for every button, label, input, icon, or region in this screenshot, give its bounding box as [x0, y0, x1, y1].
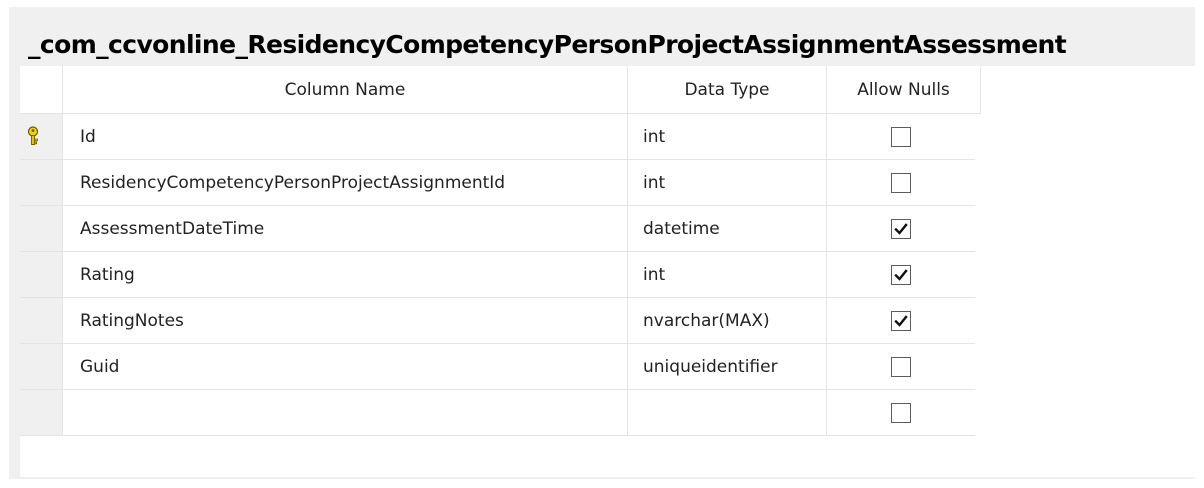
table-designer: _com_ccvonline_ResidencyCompetencyPerson… [9, 7, 1195, 479]
row-selector[interactable] [20, 114, 63, 159]
allow-nulls-checkbox[interactable] [891, 172, 911, 193]
allow-nulls-cell [827, 114, 975, 159]
column-name-header[interactable]: Column Name [63, 66, 628, 113]
allow-nulls-cell [827, 160, 975, 205]
column-grid: Column Name Data Type Allow Nulls Id int R… [20, 66, 1195, 477]
column-name-cell[interactable]: Rating [63, 252, 628, 297]
allow-nulls-checkbox[interactable] [891, 126, 911, 147]
checkmark-icon [894, 268, 908, 281]
data-type-cell[interactable]: int [628, 160, 827, 205]
grid-header: Column Name Data Type Allow Nulls [20, 66, 981, 114]
checkmark-icon [894, 222, 908, 235]
column-name-cell[interactable] [63, 390, 628, 435]
row-selector[interactable] [20, 390, 63, 435]
key-icon [27, 126, 39, 145]
data-type-cell[interactable]: int [628, 252, 827, 297]
table-row[interactable]: RatingNotes nvarchar(MAX) [20, 298, 975, 344]
data-type-cell[interactable]: int [628, 114, 827, 159]
table-row[interactable]: Rating int [20, 252, 975, 298]
allow-nulls-checkbox[interactable] [891, 402, 911, 423]
row-selector[interactable] [20, 298, 63, 343]
allow-nulls-header[interactable]: Allow Nulls [827, 66, 981, 113]
column-name-cell[interactable]: RatingNotes [63, 298, 628, 343]
table-row[interactable]: AssessmentDateTime datetime [20, 206, 975, 252]
data-type-header[interactable]: Data Type [628, 66, 827, 113]
row-selector-header [20, 66, 63, 113]
allow-nulls-checkbox[interactable] [891, 264, 911, 285]
allow-nulls-cell [827, 298, 975, 343]
column-name-cell[interactable]: Id [63, 114, 628, 159]
column-name-cell[interactable]: AssessmentDateTime [63, 206, 628, 251]
column-name-cell[interactable]: Guid [63, 344, 628, 389]
table-row[interactable]: Guid uniqueidentifier [20, 344, 975, 390]
row-selector[interactable] [20, 344, 63, 389]
allow-nulls-checkbox[interactable] [891, 356, 911, 377]
column-name-cell[interactable]: ResidencyCompetencyPersonProjectAssignme… [63, 160, 628, 205]
table-row[interactable] [20, 390, 975, 436]
data-type-cell[interactable]: uniqueidentifier [628, 344, 827, 389]
allow-nulls-cell [827, 390, 975, 435]
allow-nulls-cell [827, 252, 975, 297]
allow-nulls-checkbox[interactable] [891, 218, 911, 239]
allow-nulls-cell [827, 344, 975, 389]
data-type-cell[interactable]: datetime [628, 206, 827, 251]
checkmark-icon [894, 314, 908, 327]
data-type-cell[interactable]: nvarchar(MAX) [628, 298, 827, 343]
row-selector[interactable] [20, 252, 63, 297]
table-row[interactable]: Id int [20, 114, 975, 160]
table-row[interactable]: ResidencyCompetencyPersonProjectAssignme… [20, 160, 975, 206]
allow-nulls-cell [827, 206, 975, 251]
row-selector[interactable] [20, 206, 63, 251]
data-type-cell[interactable] [628, 390, 827, 435]
title-bar: _com_ccvonline_ResidencyCompetencyPerson… [9, 7, 1195, 66]
row-selector[interactable] [20, 160, 63, 205]
table-title: _com_ccvonline_ResidencyCompetencyPerson… [28, 30, 1067, 59]
allow-nulls-checkbox[interactable] [891, 310, 911, 331]
